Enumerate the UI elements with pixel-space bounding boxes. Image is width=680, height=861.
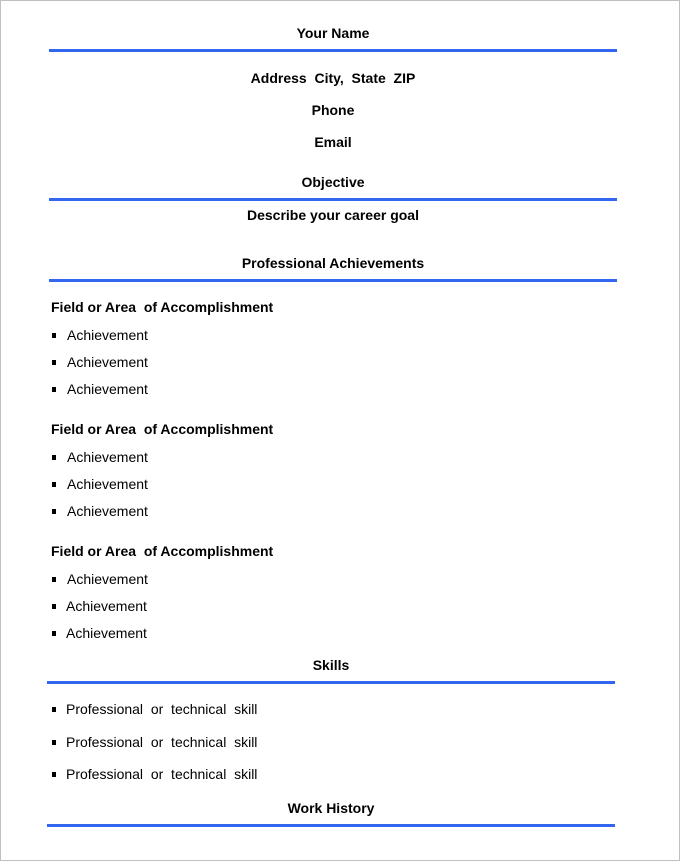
achievement-text: Achievement [67,571,148,587]
bullet-icon [52,481,56,487]
achievement-item: Achievement [51,326,148,344]
bullet-icon [52,508,56,514]
skill-text: Professional or technical skill [66,734,258,750]
skill-item: Professional or technical skill [51,765,257,783]
bullet-icon [52,332,56,338]
accomplishment-field: Field or Area of Accomplishment [51,299,274,315]
achievement-item: Achievement [51,597,147,615]
accomplishment-field: Field or Area of Accomplishment [51,543,274,559]
achievement-text: Achievement [66,598,147,614]
skill-text: Professional or technical skill [66,766,258,782]
section-divider [49,198,617,201]
achievement-text: Achievement [67,449,148,465]
email-line: Email [314,134,352,150]
phone-line: Phone [311,102,355,118]
name-heading: Your Name [296,25,370,41]
achievement-text: Achievement [67,327,148,343]
work-history-heading: Work History [287,800,375,816]
bullet-icon [52,454,56,460]
achievement-text: Achievement [67,476,148,492]
achievement-text: Achievement [67,503,148,519]
bullet-icon [52,359,56,365]
skill-item: Professional or technical skill [51,733,257,751]
bullet-icon [52,576,56,582]
bullet-icon [52,706,56,712]
bullet-icon [52,630,56,636]
skill-item: Professional or technical skill [51,700,257,718]
achievement-text: Achievement [67,381,148,397]
achievement-item: Achievement [51,570,148,588]
achievement-item: Achievement [51,380,148,398]
achievement-item: Achievement [51,448,148,466]
accomplishment-field: Field or Area of Accomplishment [51,421,274,437]
section-divider [49,49,617,52]
skills-heading: Skills [312,657,350,673]
achievement-item: Achievement [51,624,147,642]
bullet-icon [52,386,56,392]
section-divider [47,681,615,684]
objective-heading: Objective [301,174,365,190]
achievement-item: Achievement [51,475,148,493]
skill-text: Professional or technical skill [66,701,258,717]
address-line: Address City, State ZIP [250,70,416,86]
achievement-text: Achievement [66,625,147,641]
section-divider [49,279,617,282]
achievement-item: Achievement [51,502,148,520]
section-divider [47,824,615,827]
achievement-text: Achievement [67,354,148,370]
resume-page: Your Name Address City, State ZIP Phone … [0,0,680,861]
bullet-icon [52,739,56,745]
bullet-icon [52,603,56,609]
bullet-icon [52,771,56,777]
objective-text: Describe your career goal [247,207,419,223]
achievement-item: Achievement [51,353,148,371]
achievements-heading: Professional Achievements [241,255,425,271]
